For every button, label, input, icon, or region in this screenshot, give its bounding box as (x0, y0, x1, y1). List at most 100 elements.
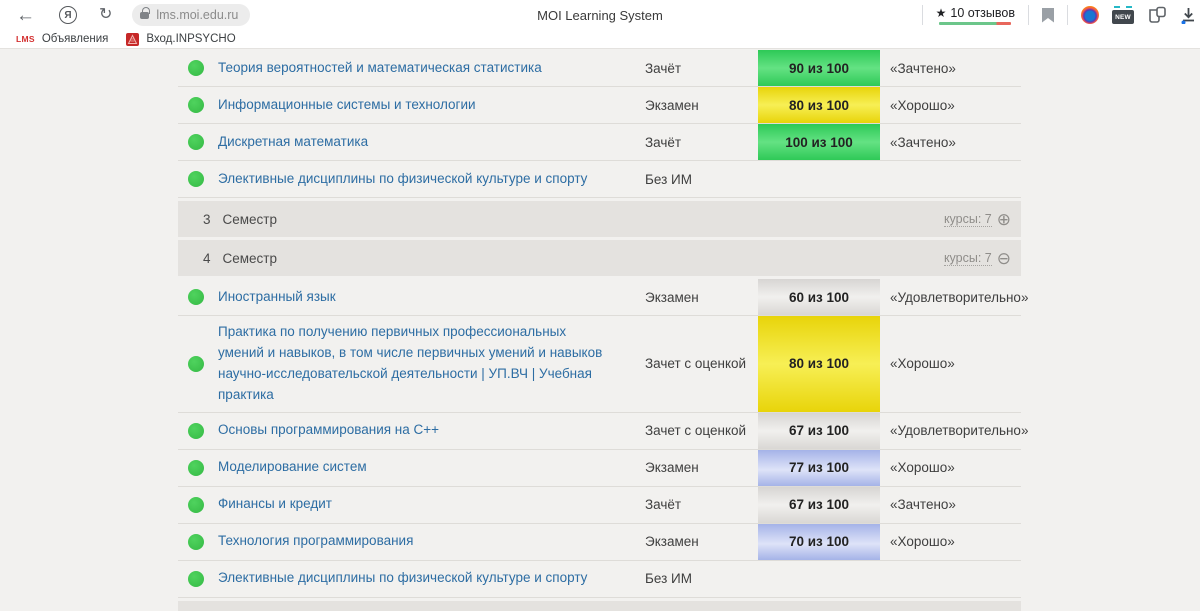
address-bar[interactable]: lms.moi.edu.ru (132, 4, 250, 26)
score-cell: 70 из 100 (758, 524, 880, 560)
grade-text: «Зачтено» (880, 497, 1021, 512)
score-cell: 77 из 100 (758, 450, 880, 486)
course-link[interactable]: Основы программирования на C++ (218, 414, 645, 447)
bookmark-item-inpsycho[interactable]: Вход.INPSYCHO (120, 33, 241, 46)
score-cell: 80 из 100 (758, 316, 880, 412)
bookmark-item-announcements[interactable]: LMS Объявления (10, 33, 114, 45)
grades-table: Теория вероятностей и математическая ста… (178, 50, 1021, 611)
divider (922, 5, 923, 25)
dot-wrap (178, 60, 218, 76)
inpsycho-favicon (126, 33, 139, 46)
semester-number: 3 (203, 212, 211, 227)
bookmarks-bar: LMS Объявления Вход.INPSYCHO (0, 30, 1200, 49)
download-icon[interactable] (1181, 6, 1196, 24)
score-cell: 67 из 100 (758, 487, 880, 523)
assessment-type: Экзамен (645, 460, 758, 475)
lms-page: Теория вероятностей и математическая ста… (0, 49, 1200, 610)
yandex-home-icon[interactable]: Я (59, 6, 77, 24)
course-link[interactable]: Финансы и кредит (218, 488, 645, 521)
collapse-icon[interactable]: ⊖ (997, 250, 1011, 267)
assessment-type: Без ИМ (645, 571, 758, 586)
dot-wrap (178, 534, 218, 550)
score-cell: 100 из 100 (758, 124, 880, 160)
course-link[interactable]: Практика по получению первичных професси… (218, 316, 645, 412)
dot-wrap (178, 134, 218, 150)
semester-courses-link[interactable]: курсы: 7 (944, 251, 992, 266)
status-dot-icon (188, 97, 204, 113)
new-features-icon[interactable]: NEW (1112, 10, 1134, 24)
course-row: Информационные системы и технологииЭкзам… (178, 87, 1021, 124)
status-dot-icon (188, 571, 204, 587)
semester-row: 5Семестркурсы: 8⊕ (178, 601, 1021, 611)
status-dot-icon (188, 460, 204, 476)
dot-wrap (178, 97, 218, 113)
dot-wrap (178, 571, 218, 587)
back-icon[interactable]: ← (16, 6, 35, 25)
bookmark-label: Объявления (42, 33, 109, 45)
collections-icon[interactable] (1147, 6, 1168, 24)
assessment-type: Зачет с оценкой (645, 423, 758, 438)
grade-text: «Хорошо» (880, 460, 1021, 475)
course-row: Элективные дисциплины по физической куль… (178, 561, 1021, 598)
browser-extension-icon[interactable] (1081, 6, 1099, 24)
reviews-label: 10 отзывов (950, 6, 1015, 20)
course-link[interactable]: Дискретная математика (218, 126, 645, 159)
course-link[interactable]: Иностранный язык (218, 281, 645, 314)
toolbar-right-cluster: ★ 10 отзывов NEW (922, 0, 1196, 30)
course-link[interactable]: Технология программирования (218, 525, 645, 558)
assessment-type: Зачёт (645, 61, 758, 76)
course-link[interactable]: Элективные дисциплины по физической куль… (218, 163, 645, 196)
course-row: Технология программированияЭкзамен70 из … (178, 524, 1021, 561)
dot-wrap (178, 171, 218, 187)
course-row: Иностранный языкЭкзамен60 из 100«Удовлет… (178, 279, 1021, 316)
grade-text: «Зачтено» (880, 135, 1021, 150)
semester-row: 4Семестркурсы: 7⊖ (178, 240, 1021, 276)
grade-text: «Хорошо» (880, 534, 1021, 549)
course-link[interactable]: Элективные дисциплины по физической куль… (218, 562, 645, 595)
status-dot-icon (188, 171, 204, 187)
lock-icon (140, 12, 149, 19)
status-dot-icon (188, 134, 204, 150)
score-cell (758, 161, 880, 197)
score-cell (758, 561, 880, 597)
course-row: Дискретная математикаЗачёт100 из 100«Зач… (178, 124, 1021, 161)
assessment-type: Зачёт (645, 135, 758, 150)
expand-icon[interactable]: ⊕ (997, 211, 1011, 228)
grade-text: «Зачтено» (880, 61, 1021, 76)
semester-label: Семестр (223, 212, 278, 227)
course-row: Элективные дисциплины по физической куль… (178, 161, 1021, 198)
status-dot-icon (188, 423, 204, 439)
dot-wrap (178, 460, 218, 476)
lms-favicon: LMS (16, 34, 35, 44)
bookmark-icon[interactable] (1042, 8, 1054, 23)
status-dot-icon (188, 356, 204, 372)
refresh-icon[interactable]: ↻ (99, 7, 112, 23)
score-cell: 60 из 100 (758, 279, 880, 315)
score-cell: 80 из 100 (758, 87, 880, 123)
status-dot-icon (188, 60, 204, 76)
course-row: Практика по получению первичных професси… (178, 316, 1021, 413)
score-cell: 67 из 100 (758, 413, 880, 449)
url-text: lms.moi.edu.ru (156, 8, 238, 22)
divider (1028, 5, 1029, 25)
course-link[interactable]: Теория вероятностей и математическая ста… (218, 52, 645, 85)
star-icon: ★ (936, 6, 947, 20)
course-link[interactable]: Моделирование систем (218, 451, 645, 484)
status-dot-icon (188, 289, 204, 305)
assessment-type: Без ИМ (645, 172, 758, 187)
course-row: Моделирование системЭкзамен77 из 100«Хор… (178, 450, 1021, 487)
dot-wrap (178, 356, 218, 372)
divider (1067, 5, 1068, 25)
semester-courses-link[interactable]: курсы: 7 (944, 212, 992, 227)
course-link[interactable]: Информационные системы и технологии (218, 89, 645, 122)
status-dot-icon (188, 497, 204, 513)
grade-text: «Удовлетворительно» (880, 290, 1028, 305)
semester-number: 4 (203, 251, 211, 266)
assessment-type: Экзамен (645, 290, 758, 305)
reviews-button[interactable]: ★ 10 отзывов (936, 6, 1015, 25)
bookmark-label: Вход.INPSYCHO (146, 33, 235, 45)
course-row: Теория вероятностей и математическая ста… (178, 50, 1021, 87)
rating-bar (939, 22, 1011, 25)
assessment-type: Экзамен (645, 534, 758, 549)
browser-toolbar: ← Я ↻ lms.moi.edu.ru MOI Learning System… (0, 0, 1200, 30)
